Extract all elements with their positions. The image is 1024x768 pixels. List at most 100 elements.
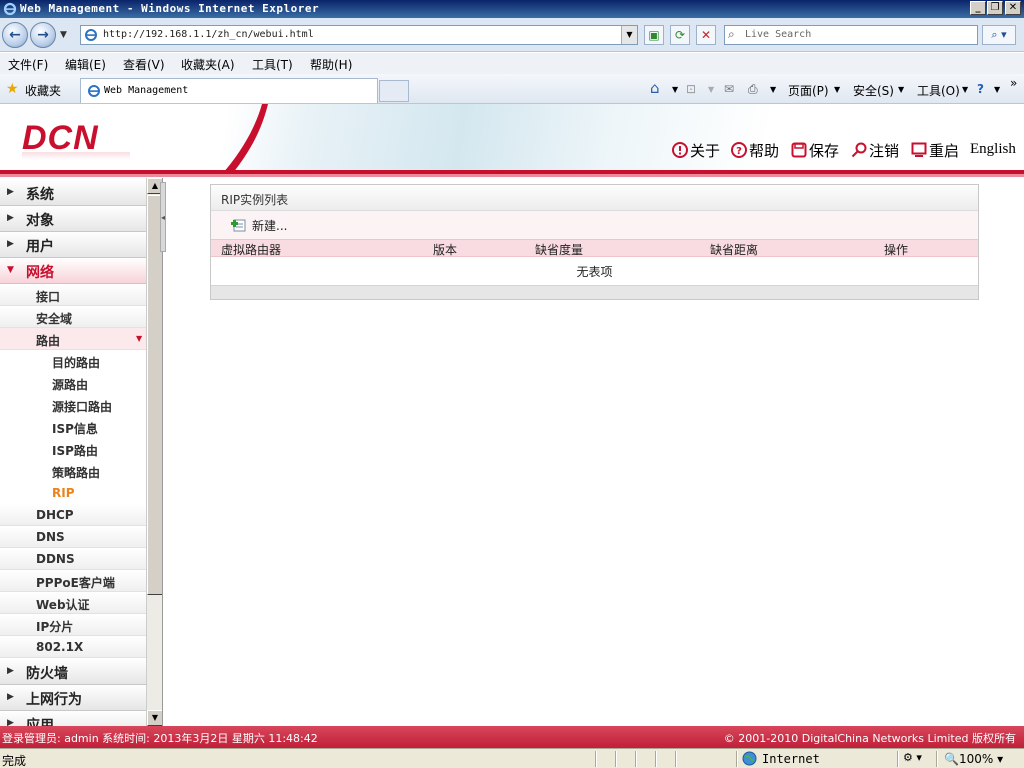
search-button[interactable]: ⌕ ▾ [982, 25, 1016, 45]
sidebar-item-source-route[interactable]: 源路由 [0, 372, 146, 394]
scroll-thumb[interactable] [147, 195, 162, 595]
compat-view-button[interactable]: ▣ [644, 25, 664, 45]
history-dropdown-icon[interactable]: ▼ [60, 30, 67, 40]
protected-mode-icon[interactable]: ⚙ ▾ [903, 751, 922, 764]
address-text[interactable]: http://192.168.1.1/zh_cn/webui.html [103, 29, 314, 40]
table-row: 无表项 [211, 257, 978, 285]
help-link[interactable]: ? 帮助 [731, 140, 779, 161]
menu-view[interactable]: 查看(V) [123, 56, 165, 73]
status-divider [655, 751, 657, 767]
reboot-link[interactable]: 重启 [911, 140, 959, 161]
english-link[interactable]: English [970, 141, 1016, 158]
sidebar-item-objects[interactable]: ▶ 对象 [0, 206, 146, 232]
sidebar-scrollbar[interactable]: ▲ ▼ [146, 178, 162, 726]
tab-title: Web Management [104, 85, 189, 96]
sidebar-item-rip[interactable]: RIP [0, 482, 146, 504]
menu-file[interactable]: 文件(F) [8, 56, 48, 73]
sidebar-item-isp-route[interactable]: ISP路由 [0, 438, 146, 460]
logout-link[interactable]: 注销 [851, 140, 899, 161]
safety-menu[interactable]: 安全(S) [853, 82, 894, 99]
status-divider [736, 751, 738, 767]
search-field[interactable]: ⌕ Live Search [724, 25, 978, 45]
save-link[interactable]: 保存 [791, 140, 839, 161]
sidebar-item-pppoe[interactable]: PPPoE客户端 [0, 570, 146, 592]
info-icon [672, 142, 688, 158]
about-link[interactable]: 关于 [672, 140, 720, 161]
stop-button[interactable]: ✕ [696, 25, 716, 45]
page-footer: 登录管理员: admin 系统时间: 2013年3月2日 星期六 11:48:4… [0, 726, 1024, 748]
feeds-icon[interactable]: ⊡ [686, 82, 696, 96]
page-dropdown-icon[interactable]: ▼ [834, 85, 840, 94]
browser-tab[interactable]: Web Management [80, 78, 378, 103]
maximize-button[interactable]: ❐ [987, 1, 1003, 15]
sidebar-item-system[interactable]: ▶ 系统 [0, 180, 146, 206]
sidebar-item-dhcp[interactable]: DHCP [0, 504, 146, 526]
zoom-value: 100% [958, 752, 994, 766]
sidebar-item-users[interactable]: ▶ 用户 [0, 232, 146, 258]
print-dropdown-icon[interactable]: ▼ [770, 85, 776, 94]
close-window-button[interactable]: ✕ [1005, 1, 1021, 15]
page-menu[interactable]: 页面(P) [788, 82, 829, 99]
chevron-right-icon: ▶ [7, 213, 14, 223]
menu-help[interactable]: 帮助(H) [310, 56, 352, 73]
address-field[interactable]: http://192.168.1.1/zh_cn/webui.html ▼ [80, 25, 638, 45]
status-divider [615, 751, 617, 767]
chevron-more-icon[interactable]: » [1010, 76, 1017, 90]
sidebar-item-8021x[interactable]: 802.1X [0, 636, 146, 658]
forward-arrow-icon: → [37, 27, 49, 43]
chevron-right-icon: ▶ [7, 239, 14, 249]
sidebar-item-network[interactable]: ▼ 网络 [0, 258, 146, 284]
refresh-button[interactable]: ⟳ [670, 25, 690, 45]
sidebar-item-security-zone[interactable]: 安全域 [0, 306, 146, 328]
web-page: DCN 关于 ? 帮助 保存 注销 重启 English ▶ 系统 ▶ 对象 ▶ 用户 … [0, 104, 1024, 748]
help-icon[interactable]: ? [977, 82, 984, 96]
print-icon[interactable]: ⎙ [748, 82, 758, 97]
tools-menu[interactable]: 工具(O) [917, 82, 960, 99]
globe-icon [742, 751, 757, 766]
status-divider [635, 751, 637, 767]
sidebar-item-web-auth[interactable]: Web认证 [0, 592, 146, 614]
sidebar-item-dest-route[interactable]: 目的路由 [0, 350, 146, 372]
page-icon [85, 29, 97, 41]
favorites-star-icon[interactable]: ★ [6, 81, 19, 97]
sidebar-item-ip-fragment[interactable]: IP分片 [0, 614, 146, 636]
favorites-button[interactable]: 收藏夹 [25, 82, 61, 99]
tools-dropdown-icon[interactable]: ▼ [962, 85, 968, 94]
home-icon[interactable]: ⌂ [650, 79, 660, 97]
sidebar-item-routing[interactable]: 路由 ▼ [0, 328, 146, 350]
feeds-dropdown-icon[interactable]: ▼ [708, 85, 714, 94]
sidebar-item-ddns[interactable]: DDNS [0, 548, 146, 570]
zoom-level[interactable]: 🔍100% ▾ [944, 752, 1003, 766]
search-placeholder: Live Search [745, 29, 812, 40]
new-tab-button[interactable] [379, 80, 409, 102]
sidebar-item-apps[interactable]: ▶ 应用 [0, 711, 146, 726]
status-divider [936, 751, 938, 767]
scroll-down-icon[interactable]: ▼ [147, 710, 162, 726]
ie-logo-icon [3, 2, 17, 16]
back-button[interactable]: ← [2, 22, 28, 48]
col-default-metric: 缺省度量 [535, 243, 584, 257]
address-dropdown-icon[interactable]: ▼ [621, 26, 637, 44]
safety-dropdown-icon[interactable]: ▼ [898, 85, 904, 94]
sidebar-item-behavior[interactable]: ▶ 上网行为 [0, 685, 146, 711]
menu-bar: 文件(F) 编辑(E) 查看(V) 收藏夹(A) 工具(T) 帮助(H) [0, 53, 1024, 74]
sidebar-item-firewall[interactable]: ▶ 防火墙 [0, 659, 146, 685]
forward-button[interactable]: → [30, 22, 56, 48]
mail-icon[interactable]: ✉ [724, 82, 734, 96]
sidebar-item-source-iface-route[interactable]: 源接口路由 [0, 394, 146, 416]
security-zone[interactable]: Internet [762, 752, 820, 766]
menu-edit[interactable]: 编辑(E) [65, 56, 106, 73]
chevron-right-icon: ▶ [7, 718, 14, 726]
sidebar-item-dns[interactable]: DNS [0, 526, 146, 548]
menu-tools[interactable]: 工具(T) [252, 56, 293, 73]
sidebar-item-interface[interactable]: 接口 [0, 284, 146, 306]
menu-favorites[interactable]: 收藏夹(A) [181, 56, 235, 73]
minimize-button[interactable]: _ [970, 1, 986, 15]
login-info: 登录管理员: admin 系统时间: 2013年3月2日 星期六 11:48:4… [2, 732, 318, 745]
help-dropdown-icon[interactable]: ▼ [994, 85, 1000, 94]
window-titlebar: Web Management - Windows Internet Explor… [0, 0, 1024, 18]
compat-icon: ▣ [648, 28, 660, 42]
sidebar-item-isp-info[interactable]: ISP信息 [0, 416, 146, 438]
sidebar-item-policy-route[interactable]: 策略路由 [0, 460, 146, 482]
home-dropdown-icon[interactable]: ▼ [672, 85, 678, 94]
